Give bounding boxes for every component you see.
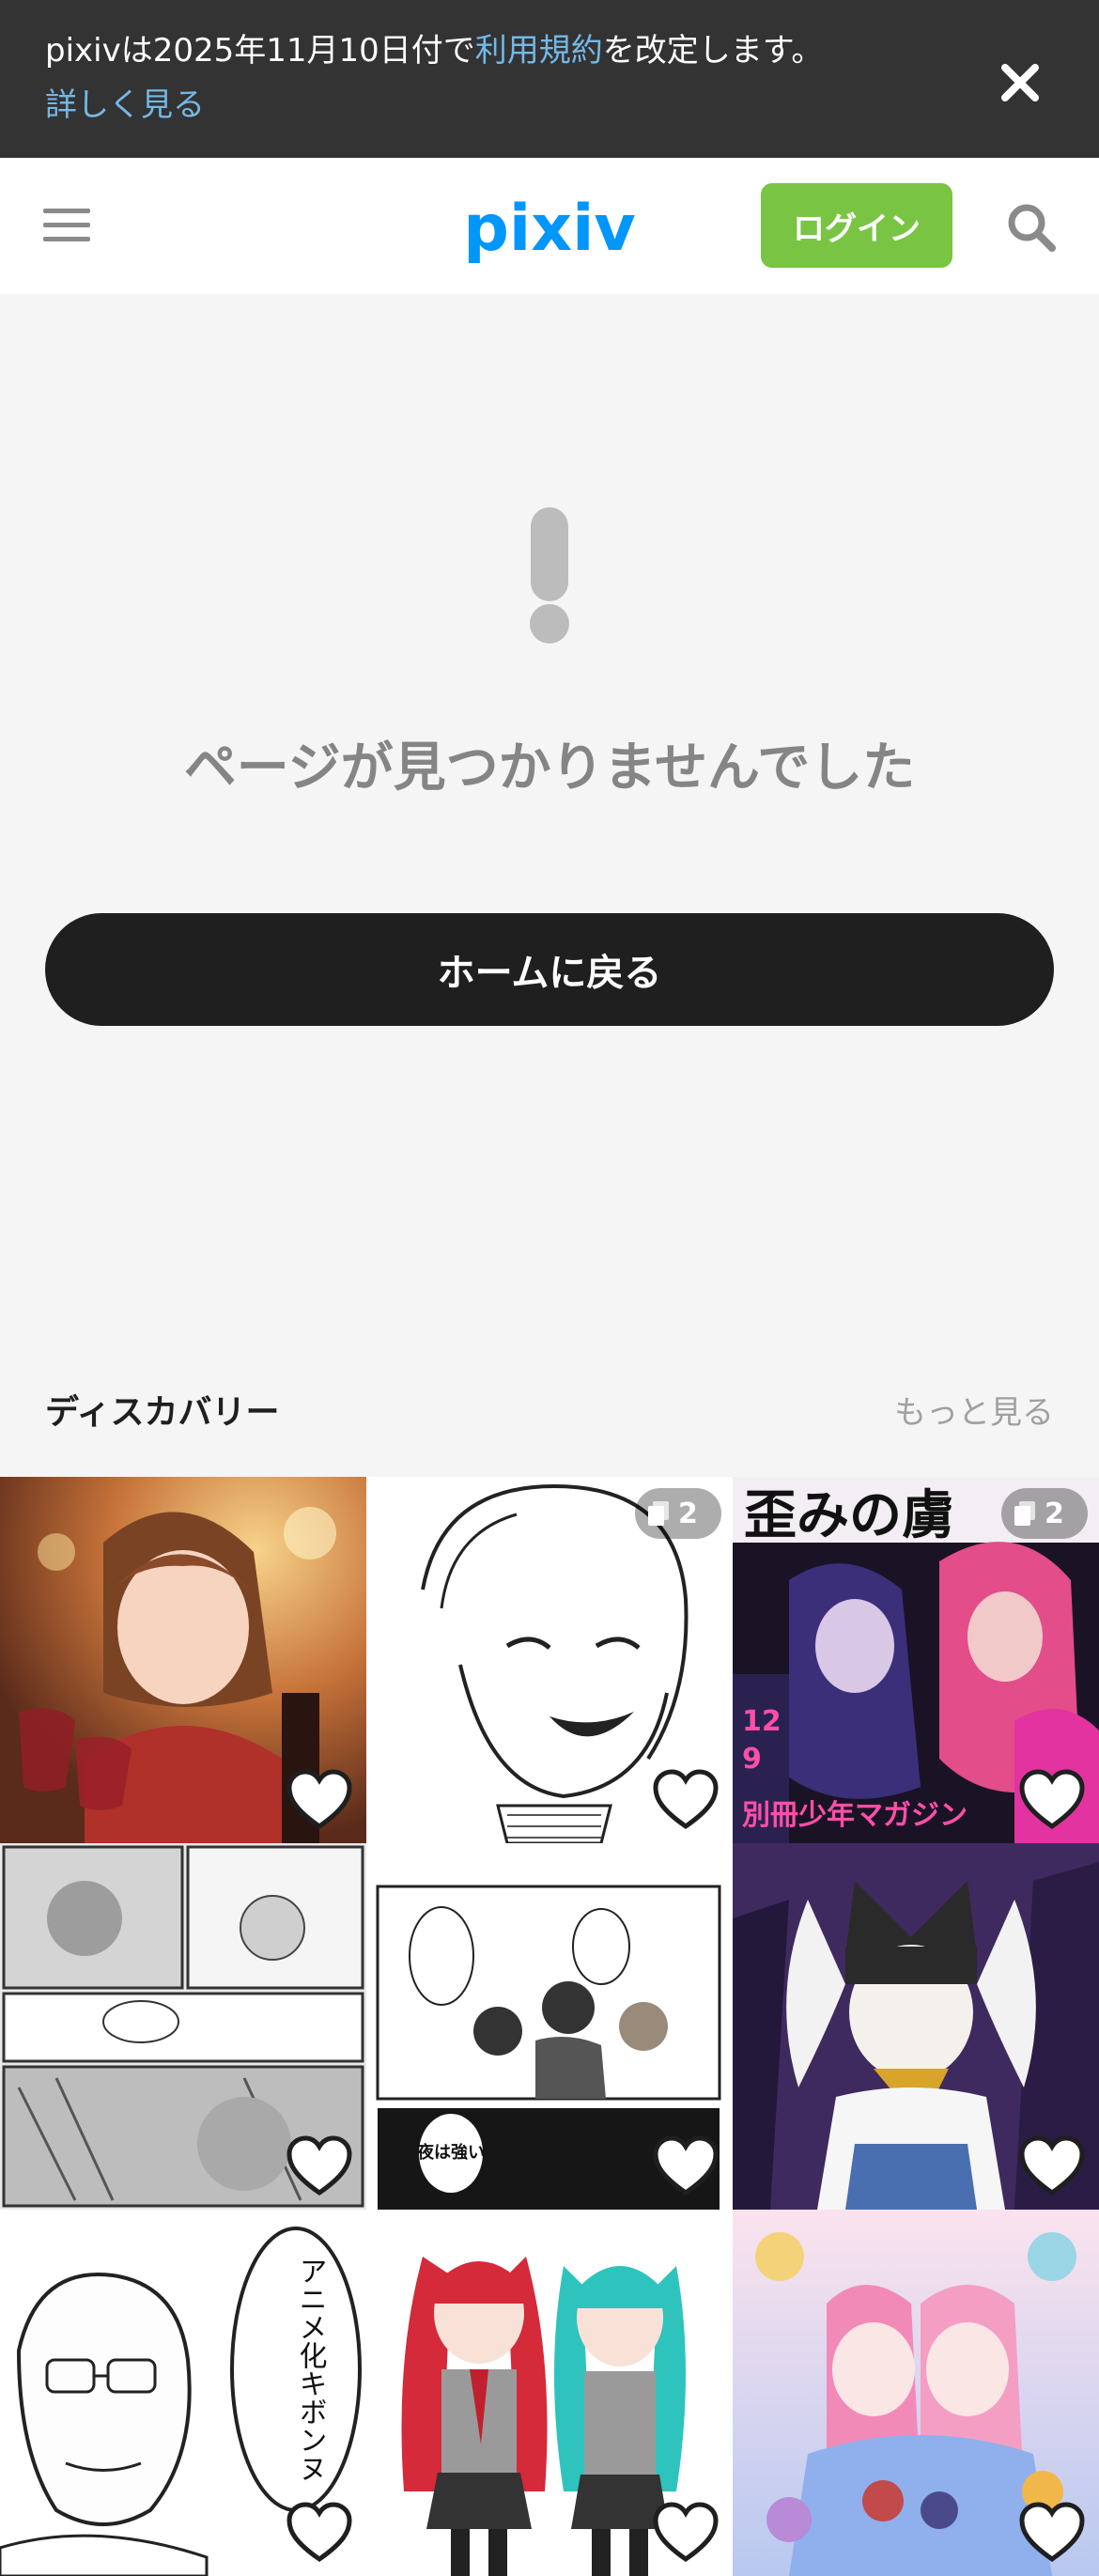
- discovery-title: ディスカバリー: [45, 1393, 280, 1432]
- heart-icon[interactable]: [286, 2501, 353, 2563]
- heart-icon[interactable]: [652, 1768, 720, 1830]
- notice-text: pixivは2025年11月10日付で利用規約を改定します。: [45, 24, 823, 77]
- heart-icon[interactable]: [286, 1768, 353, 1830]
- pixiv-logo[interactable]: pixiv: [456, 180, 643, 274]
- artwork-thumbnail[interactable]: [0, 1843, 366, 2210]
- heart-icon[interactable]: [1018, 1768, 1086, 1830]
- artwork-thumbnail[interactable]: [366, 2210, 733, 2576]
- site-header: pixiv ログイン: [0, 158, 1099, 294]
- terms-link[interactable]: 利用規約: [475, 32, 603, 70]
- artwork-thumbnail[interactable]: [0, 1477, 366, 1843]
- page-count: 2: [1045, 1497, 1064, 1530]
- home-button[interactable]: ホームに戻る: [45, 913, 1054, 1026]
- heart-icon[interactable]: [1018, 2501, 1086, 2563]
- artwork-thumbnail[interactable]: 歪みの虜 12 9 別冊少年マガジン 2: [733, 1477, 1099, 1843]
- artwork-thumbnail[interactable]: 夜は強い: [366, 1843, 733, 2210]
- speech-bubble-text: アニメ化キボンヌ: [294, 2257, 327, 2482]
- artwork-thumbnail[interactable]: アニメ化キボンヌ: [0, 2210, 366, 2576]
- hamburger-menu-icon[interactable]: [43, 207, 90, 244]
- page-count-badge: 2: [1001, 1488, 1088, 1539]
- artwork-thumbnail[interactable]: [733, 1843, 1099, 2210]
- cover-magazine: 別冊少年マガジン: [742, 1799, 967, 1832]
- page-count-badge: 2: [635, 1488, 721, 1539]
- pages-icon: [648, 1501, 669, 1526]
- login-button[interactable]: ログイン: [761, 183, 952, 268]
- artwork-thumbnail[interactable]: [733, 2210, 1099, 2576]
- cover-date-month: 12: [742, 1705, 782, 1738]
- heart-icon[interactable]: [652, 2501, 720, 2563]
- notice-more-link[interactable]: 詳しく見る: [45, 79, 205, 132]
- cover-date-day: 9: [742, 1743, 762, 1776]
- artwork-thumbnail[interactable]: 2: [366, 1477, 733, 1843]
- page-count: 2: [678, 1497, 698, 1530]
- notice-text-after: を改定します。: [602, 32, 824, 70]
- logo-text: pixiv: [463, 192, 635, 266]
- search-icon[interactable]: [1003, 199, 1060, 256]
- notice-banner: pixivは2025年11月10日付で利用規約を改定します。 詳しく見る: [0, 0, 1099, 158]
- discovery-grid: 2 歪みの虜 12 9 別冊少年マガジン 2 夜は強い アニメ化キボンヌ: [0, 1477, 1099, 2576]
- speech-bubble-text: 夜は強い: [416, 2142, 485, 2163]
- heart-icon[interactable]: [1018, 2134, 1086, 2196]
- heart-icon[interactable]: [652, 2134, 720, 2196]
- notice-text-before: pixivは2025年11月10日付で: [45, 32, 475, 70]
- exclamation-icon: [530, 507, 569, 644]
- pages-icon: [1014, 1501, 1035, 1526]
- cover-title: 歪みの虜: [744, 1484, 954, 1546]
- discovery-more-link[interactable]: もっと見る: [894, 1387, 1054, 1439]
- close-icon[interactable]: [994, 56, 1046, 109]
- error-title: ページが見つかりませんでした: [183, 737, 916, 799]
- heart-icon[interactable]: [286, 2134, 353, 2196]
